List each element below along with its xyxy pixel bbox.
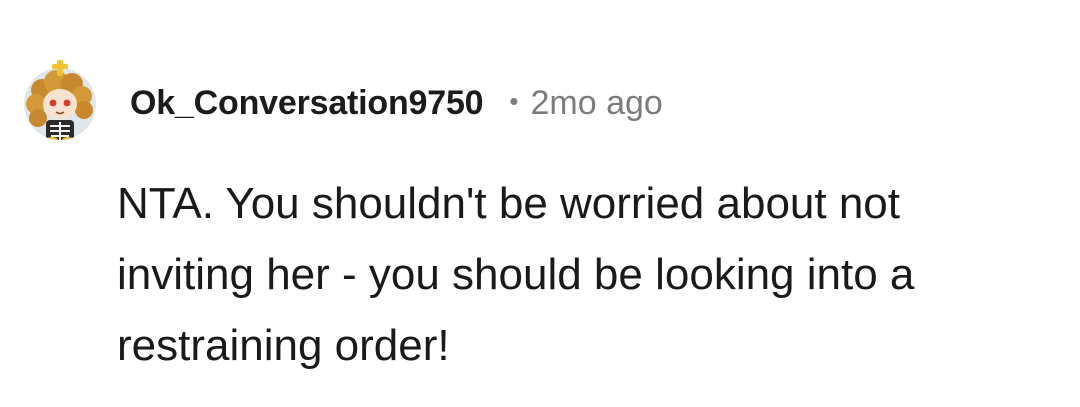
user-avatar-icon[interactable] [22,60,98,142]
meta-separator: • [509,85,519,116]
author-username[interactable]: Ok_Conversation9750 [130,84,484,123]
comment-body: NTA. You shouldn't be worried about not … [117,179,915,370]
comment-timestamp: 2mo ago [530,83,663,122]
comment: Ok_Conversation9750 • 2mo ago NTA. You s… [0,0,1080,407]
comment-header: Ok_Conversation9750 • 2mo ago [130,80,663,126]
